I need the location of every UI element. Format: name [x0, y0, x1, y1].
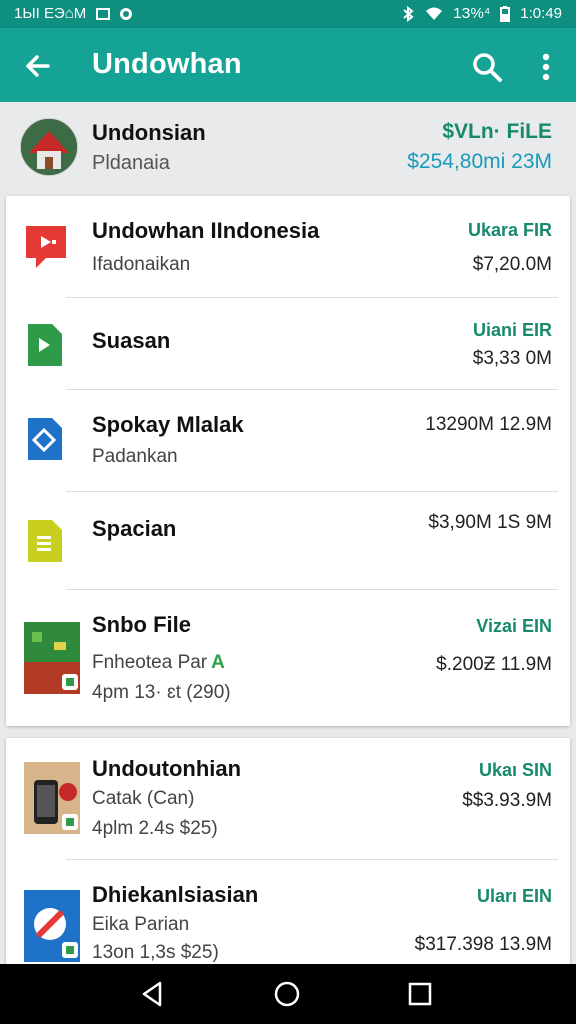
item-subtitle: Fnheotea Par A	[92, 652, 225, 674]
sheets-play-icon	[28, 324, 62, 366]
list-item[interactable]: Dhiekanlsiasian Eika Parian 13on 1,3s $2…	[6, 860, 570, 978]
item-meta: 4plm 2.4s $25)	[92, 818, 218, 839]
item-value: $7,20.0M	[472, 254, 552, 275]
item-value: $317.398 13.9M	[414, 934, 552, 955]
item-name: Spokay Mlalak	[92, 412, 244, 437]
game-thumb-icon	[24, 622, 80, 694]
list-item[interactable]: Undowhan IIndonesia Ifadonaikan Ukara FI…	[6, 196, 570, 298]
app-list-card: Undoutonhian Catak (Can) 4plm 2.4s $25) …	[6, 738, 570, 978]
status-left-text: 1ЫI ЕЭ⌂М	[14, 5, 87, 22]
item-subtitle-accent: A	[211, 652, 225, 673]
item-subtitle: Ifadonaikan	[92, 254, 191, 275]
account-total: $254,80mi 23M	[407, 150, 552, 173]
sync-icon	[120, 7, 133, 20]
status-time: 1:0:49	[520, 5, 562, 22]
item-value: $3,33 0M	[472, 348, 552, 369]
back-arrow-icon[interactable]	[20, 48, 56, 84]
phone-thumb-icon	[24, 762, 80, 834]
battery-percent: 1З%⁴	[453, 5, 491, 22]
status-left: 1ЫI ЕЭ⌂М	[14, 5, 133, 22]
account-header[interactable]: Undonsian Pldanaia $VLn· FiLE $254,80mi …	[0, 102, 576, 194]
item-value: 13290M 12.9M	[425, 414, 552, 435]
avatar	[20, 118, 78, 176]
item-name: Suasan	[92, 328, 171, 353]
list-item[interactable]: Snbo File Fnheotea Par A 4pm 13· ɛt (290)…	[6, 590, 570, 726]
slides-doc-icon	[28, 520, 62, 562]
diamond-doc-icon	[28, 418, 62, 460]
house-avatar-icon	[21, 119, 77, 175]
home-nav-icon[interactable]	[271, 978, 303, 1010]
item-name: Snbo File	[92, 612, 191, 637]
item-name: Undowhan IIndonesia	[92, 218, 320, 243]
account-tag: $VLn· FiLE	[442, 120, 552, 143]
search-icon[interactable]	[470, 50, 504, 84]
bluetooth-icon	[403, 5, 414, 22]
item-value: $$3.93.9M	[462, 790, 552, 811]
item-meta: 4pm 13· ɛt (290)	[92, 682, 231, 703]
item-name: Dhiekanlsiasian	[92, 882, 259, 907]
status-right: 1З%⁴ 1:0:49	[401, 5, 562, 22]
status-bar: 1ЫI ЕЭ⌂М 1З%⁴ 1:0:49	[0, 0, 576, 28]
system-nav-bar	[0, 964, 576, 1024]
item-tag: Uları EIN	[476, 886, 552, 906]
list-item[interactable]: Suasan Uiani EIR $3,33 0M	[6, 298, 570, 390]
item-name: Undoutonhian	[92, 756, 242, 781]
app-list-card: Undowhan IIndonesia Ifadonaikan Ukara FI…	[6, 196, 570, 726]
item-value: $.200Ƶ 11.9M	[436, 654, 552, 675]
account-subtitle: Pldanaia	[92, 152, 170, 174]
item-subtitle: Eika Parian	[92, 914, 190, 935]
battery-icon	[500, 5, 511, 22]
notification-icon	[96, 7, 111, 20]
item-tag: Uiani EIR	[472, 320, 552, 340]
item-meta: 13on 1,3s $25)	[92, 942, 219, 963]
item-subtitle: Padankan	[92, 446, 178, 467]
list-item[interactable]: Spokay Mlalak Padankan 13290M 12.9M	[6, 390, 570, 492]
recents-nav-icon[interactable]	[404, 978, 436, 1010]
more-vert-icon[interactable]	[532, 50, 560, 84]
app-toolbar: Undowhan	[0, 28, 576, 102]
blocked-thumb-icon	[24, 890, 80, 962]
item-name: Spacian	[92, 516, 177, 541]
item-subtitle: Catak (Can)	[92, 788, 195, 809]
list-item[interactable]: Undoutonhian Catak (Can) 4plm 2.4s $25) …	[6, 738, 570, 860]
item-tag: Ukara FIR	[467, 220, 552, 240]
item-tag: Vizai EIN	[476, 616, 552, 636]
youtube-play-icon	[26, 226, 66, 268]
wifi-icon	[426, 7, 443, 20]
item-tag: Ukaı SIN	[478, 760, 552, 780]
page-title: Undowhan	[92, 48, 242, 80]
list-item[interactable]: Spacian $3,90M 1S 9M	[6, 492, 570, 590]
item-value: $3,90M 1S 9M	[428, 512, 552, 533]
item-subtitle-text: Fnheotea Par	[92, 652, 208, 673]
account-name: Undonsian	[92, 120, 206, 145]
back-nav-icon[interactable]	[136, 978, 168, 1010]
